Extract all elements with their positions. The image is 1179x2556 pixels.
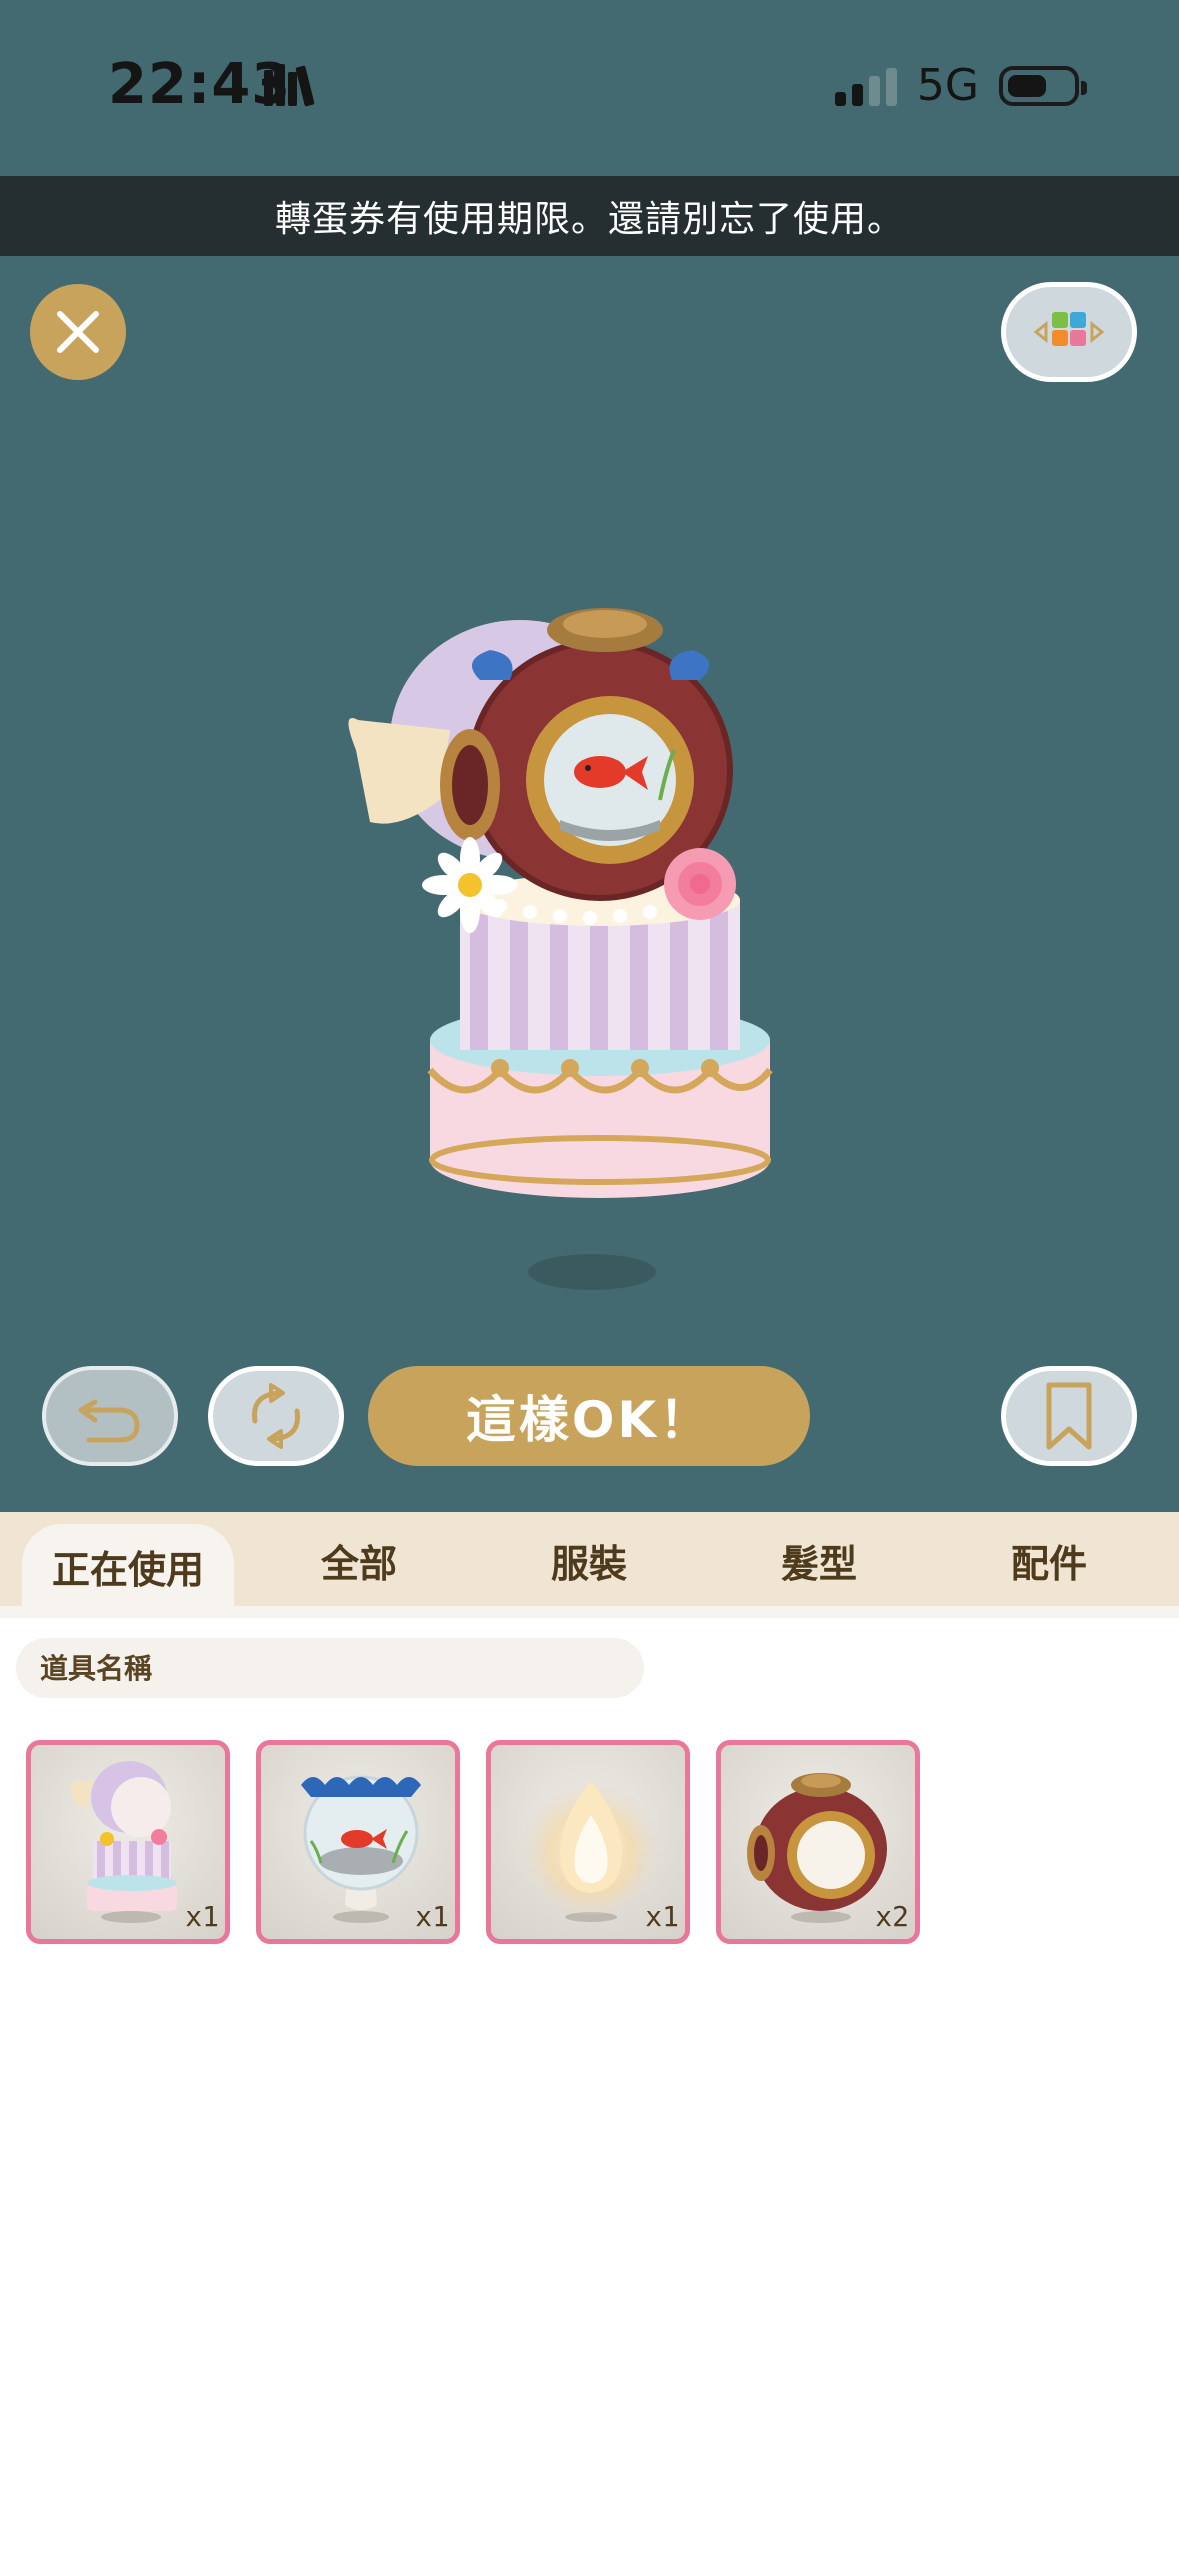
tab-in-use[interactable]: 正在使用 — [22, 1524, 234, 1608]
avatar-preview — [330, 600, 810, 1320]
signal-icon — [834, 66, 897, 106]
tab-all[interactable]: 全部 — [254, 1512, 464, 1608]
item-slot[interactable]: x1 — [256, 1740, 460, 1944]
battery-icon — [999, 65, 1087, 106]
bookmark-icon — [1046, 1382, 1092, 1450]
item-slot[interactable]: x1 — [26, 1740, 230, 1944]
tab-clothing[interactable]: 服裝 — [484, 1512, 694, 1608]
item-name-search-input[interactable] — [16, 1638, 644, 1698]
color-palette-button[interactable] — [1001, 282, 1137, 382]
item-quantity: x1 — [415, 1900, 449, 1933]
notice-banner: 轉蛋券有使用期限。還請別忘了使用。 — [0, 176, 1179, 256]
undo-button[interactable] — [42, 1366, 178, 1466]
item-slot[interactable]: x2 — [716, 1740, 920, 1944]
close-button[interactable] — [30, 284, 126, 380]
undo-icon — [78, 1399, 140, 1443]
randomize-button[interactable] — [208, 1366, 344, 1466]
item-quantity: x1 — [645, 1900, 679, 1933]
tab-accessories[interactable]: 配件 — [944, 1512, 1154, 1608]
tab-hairstyle[interactable]: 髮型 — [714, 1512, 924, 1608]
bookmark-button[interactable] — [1001, 1366, 1137, 1466]
item-quantity: x1 — [185, 1900, 219, 1933]
confirm-ok-button[interactable]: 這樣OK！ — [368, 1366, 810, 1466]
refresh-icon — [252, 1383, 300, 1449]
item-quantity: x2 — [875, 1900, 909, 1933]
tab-divider — [0, 1606, 1179, 1618]
network-label: 5G — [916, 60, 979, 111]
category-tabs: 正在使用 全部 服裝 髮型 配件 — [0, 1512, 1179, 1608]
palette-icon — [1033, 312, 1105, 346]
close-icon — [57, 311, 99, 353]
books-icon — [262, 64, 318, 112]
item-slot[interactable]: x1 — [486, 1740, 690, 1944]
